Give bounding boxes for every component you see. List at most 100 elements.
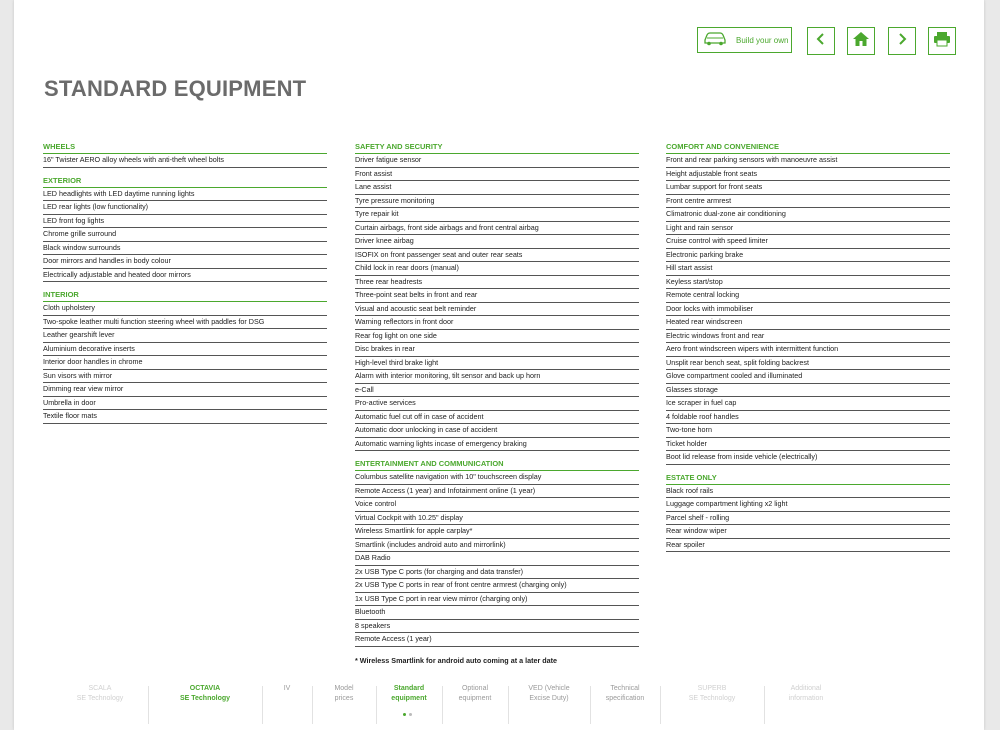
bottom-nav-model-prices[interactable]: Model prices (314, 684, 374, 718)
equipment-item: 1x USB Type C port in rear view mirror (… (355, 593, 639, 606)
equipment-item: Rear fog light on one side (355, 330, 639, 343)
equipment-item: Child lock in rear doors (manual) (355, 262, 639, 276)
bottom-nav-octavia[interactable]: OCTAVIA SE Technology (149, 684, 261, 718)
printer-icon (933, 31, 951, 52)
comfort-list: Front and rear parking sensors with mano… (666, 154, 950, 465)
equipment-item: Columbus satellite navigation with 10" t… (355, 471, 639, 485)
equipment-item: Interior door handles in chrome (43, 356, 327, 370)
equipment-item: Hill start assist (666, 262, 950, 276)
equipment-item: Wireless Smartlink for apple carplay* (355, 525, 639, 539)
chevron-left-icon (815, 32, 827, 51)
bottom-nav-label: SUPERB (697, 685, 727, 692)
equipment-item: Lane assist (355, 181, 639, 195)
page-title: STANDARD EQUIPMENT (44, 76, 307, 101)
bottom-nav-label: Technical (610, 685, 640, 692)
equipment-item: Disc brakes in rear (355, 343, 639, 357)
equipment-item: e-Call (355, 384, 639, 397)
equipment-item: Electric windows front and rear (666, 330, 950, 343)
section-heading-interior: INTERIOR (43, 289, 327, 302)
equipment-item: Lumbar support for front seats (666, 181, 950, 195)
entertainment-list: Columbus satellite navigation with 10" t… (355, 471, 639, 647)
next-page-button[interactable] (888, 27, 916, 55)
equipment-item: Door locks with immobiliser (666, 303, 950, 316)
brochure-page: Build your own STANDARD EQUIPMENT WHEELS… (14, 0, 984, 730)
bottom-nav-optional-equipment[interactable]: Optional equipment (444, 684, 506, 718)
bottom-navigation: SCALA SE Technology OCTAVIA SE Technolog… (14, 684, 984, 724)
equipment-item: Smartlink (includes android auto and mir… (355, 539, 639, 552)
equipment-item: Cruise control with speed limiter (666, 235, 950, 249)
equipment-item: Bluetooth (355, 606, 639, 620)
interior-list: Cloth upholstery Two-spoke leather multi … (43, 302, 327, 424)
bottom-nav-label: Standard (393, 685, 425, 692)
equipment-item: Glasses storage (666, 384, 950, 397)
equipment-item: 4 foldable roof handles (666, 411, 950, 424)
equipment-item: Dimming rear view mirror (43, 383, 327, 397)
equipment-item: Light and rain sensor (666, 222, 950, 235)
equipment-item: Tyre repair kit (355, 208, 639, 222)
equipment-item: Ticket holder (666, 438, 950, 451)
equipment-item: Driver fatigue sensor (355, 154, 639, 168)
equipment-item: Pro-active services (355, 397, 639, 411)
equipment-item: Sun visors with mirror (43, 370, 327, 383)
bottom-nav-sublabel: SE Technology (179, 695, 231, 702)
section-heading-exterior: EXTERIOR (43, 175, 327, 188)
bottom-nav-ved[interactable]: VED (Vehicle Excise Duty) (510, 684, 588, 718)
chevron-right-icon (896, 32, 908, 51)
build-your-own-label: Build your own (736, 35, 789, 45)
bottom-nav-sublabel: equipment (458, 695, 492, 702)
equipment-item: Aero front windscreen wipers with interm… (666, 343, 950, 357)
section-heading-wheels: WHEELS (43, 141, 327, 154)
bottom-nav-label: Optional (461, 685, 489, 692)
equipment-item: Electrically adjustable and heated door … (43, 269, 327, 282)
equipment-item: Visual and acoustic seat belt reminder (355, 303, 639, 316)
equipment-item: Voice control (355, 498, 639, 512)
equipment-item: Remote Access (1 year) and Infotainment … (355, 485, 639, 498)
equipment-item: Black window surrounds (43, 242, 327, 255)
bottom-nav-additional-information[interactable]: Additional information (766, 684, 846, 718)
bottom-nav-sublabel: SE Technology (688, 695, 736, 702)
equipment-item: 2x USB Type C ports (for charging and da… (355, 566, 639, 579)
equipment-item: Parcel shelf - rolling (666, 512, 950, 525)
bottom-nav-sublabel: prices (334, 695, 354, 702)
equipment-column-2: SAFETY AND SECURITY Driver fatigue senso… (355, 141, 639, 665)
equipment-item: Rear window wiper (666, 525, 950, 539)
equipment-item: Virtual Cockpit with 10.25" display (355, 512, 639, 525)
section-heading-comfort: COMFORT AND CONVENIENCE (666, 141, 950, 154)
equipment-item: Warning reflectors in front door (355, 316, 639, 330)
bottom-nav-label: Additional (790, 685, 822, 692)
equipment-item: Chrome grille surround (43, 228, 327, 242)
build-your-own-button[interactable]: Build your own (697, 27, 792, 53)
equipment-item: Unsplit rear bench seat, split folding b… (666, 357, 950, 370)
equipment-item: High-level third brake light (355, 357, 639, 370)
equipment-item: Boot lid release from inside vehicle (el… (666, 451, 950, 465)
equipment-item: Ice scraper in fuel cap (666, 397, 950, 411)
bottom-nav-sublabel: equipment (391, 695, 427, 702)
equipment-item: Two-spoke leather multi function steerin… (43, 316, 327, 329)
bottom-nav-sublabel: information (788, 695, 824, 702)
equipment-item: Black roof rails (666, 485, 950, 498)
previous-page-button[interactable] (807, 27, 835, 55)
bottom-nav-sublabel: Excise Duty) (529, 695, 569, 702)
print-button[interactable] (928, 27, 956, 55)
equipment-item: Driver knee airbag (355, 235, 639, 249)
bottom-nav-label: Model (334, 685, 354, 692)
equipment-item: Leather gearshift lever (43, 329, 327, 343)
bottom-nav-iv[interactable]: IV (264, 684, 310, 718)
page-dot-active (403, 713, 406, 716)
section-heading-safety: SAFETY AND SECURITY (355, 141, 639, 154)
bottom-nav-label: OCTAVIA (189, 685, 221, 692)
equipment-item: LED front fog lights (43, 215, 327, 228)
bottom-nav-scala[interactable]: SCALA SE Technology (44, 684, 156, 718)
equipment-item: Remote central locking (666, 289, 950, 303)
bottom-nav-superb[interactable]: SUPERB SE Technology (662, 684, 762, 718)
bottom-nav-technical-specification[interactable]: Technical specification (592, 684, 658, 718)
home-button[interactable] (847, 27, 875, 55)
equipment-item: Rear spoiler (666, 539, 950, 552)
bottom-nav-label: IV (283, 685, 291, 692)
equipment-item: Cloth upholstery (43, 302, 327, 316)
equipment-item: Front assist (355, 168, 639, 181)
equipment-item: Front centre armrest (666, 195, 950, 208)
equipment-item: Remote Access (1 year) (355, 633, 639, 647)
equipment-item: Heated rear windscreen (666, 316, 950, 330)
section-heading-estate: ESTATE ONLY (666, 472, 950, 485)
